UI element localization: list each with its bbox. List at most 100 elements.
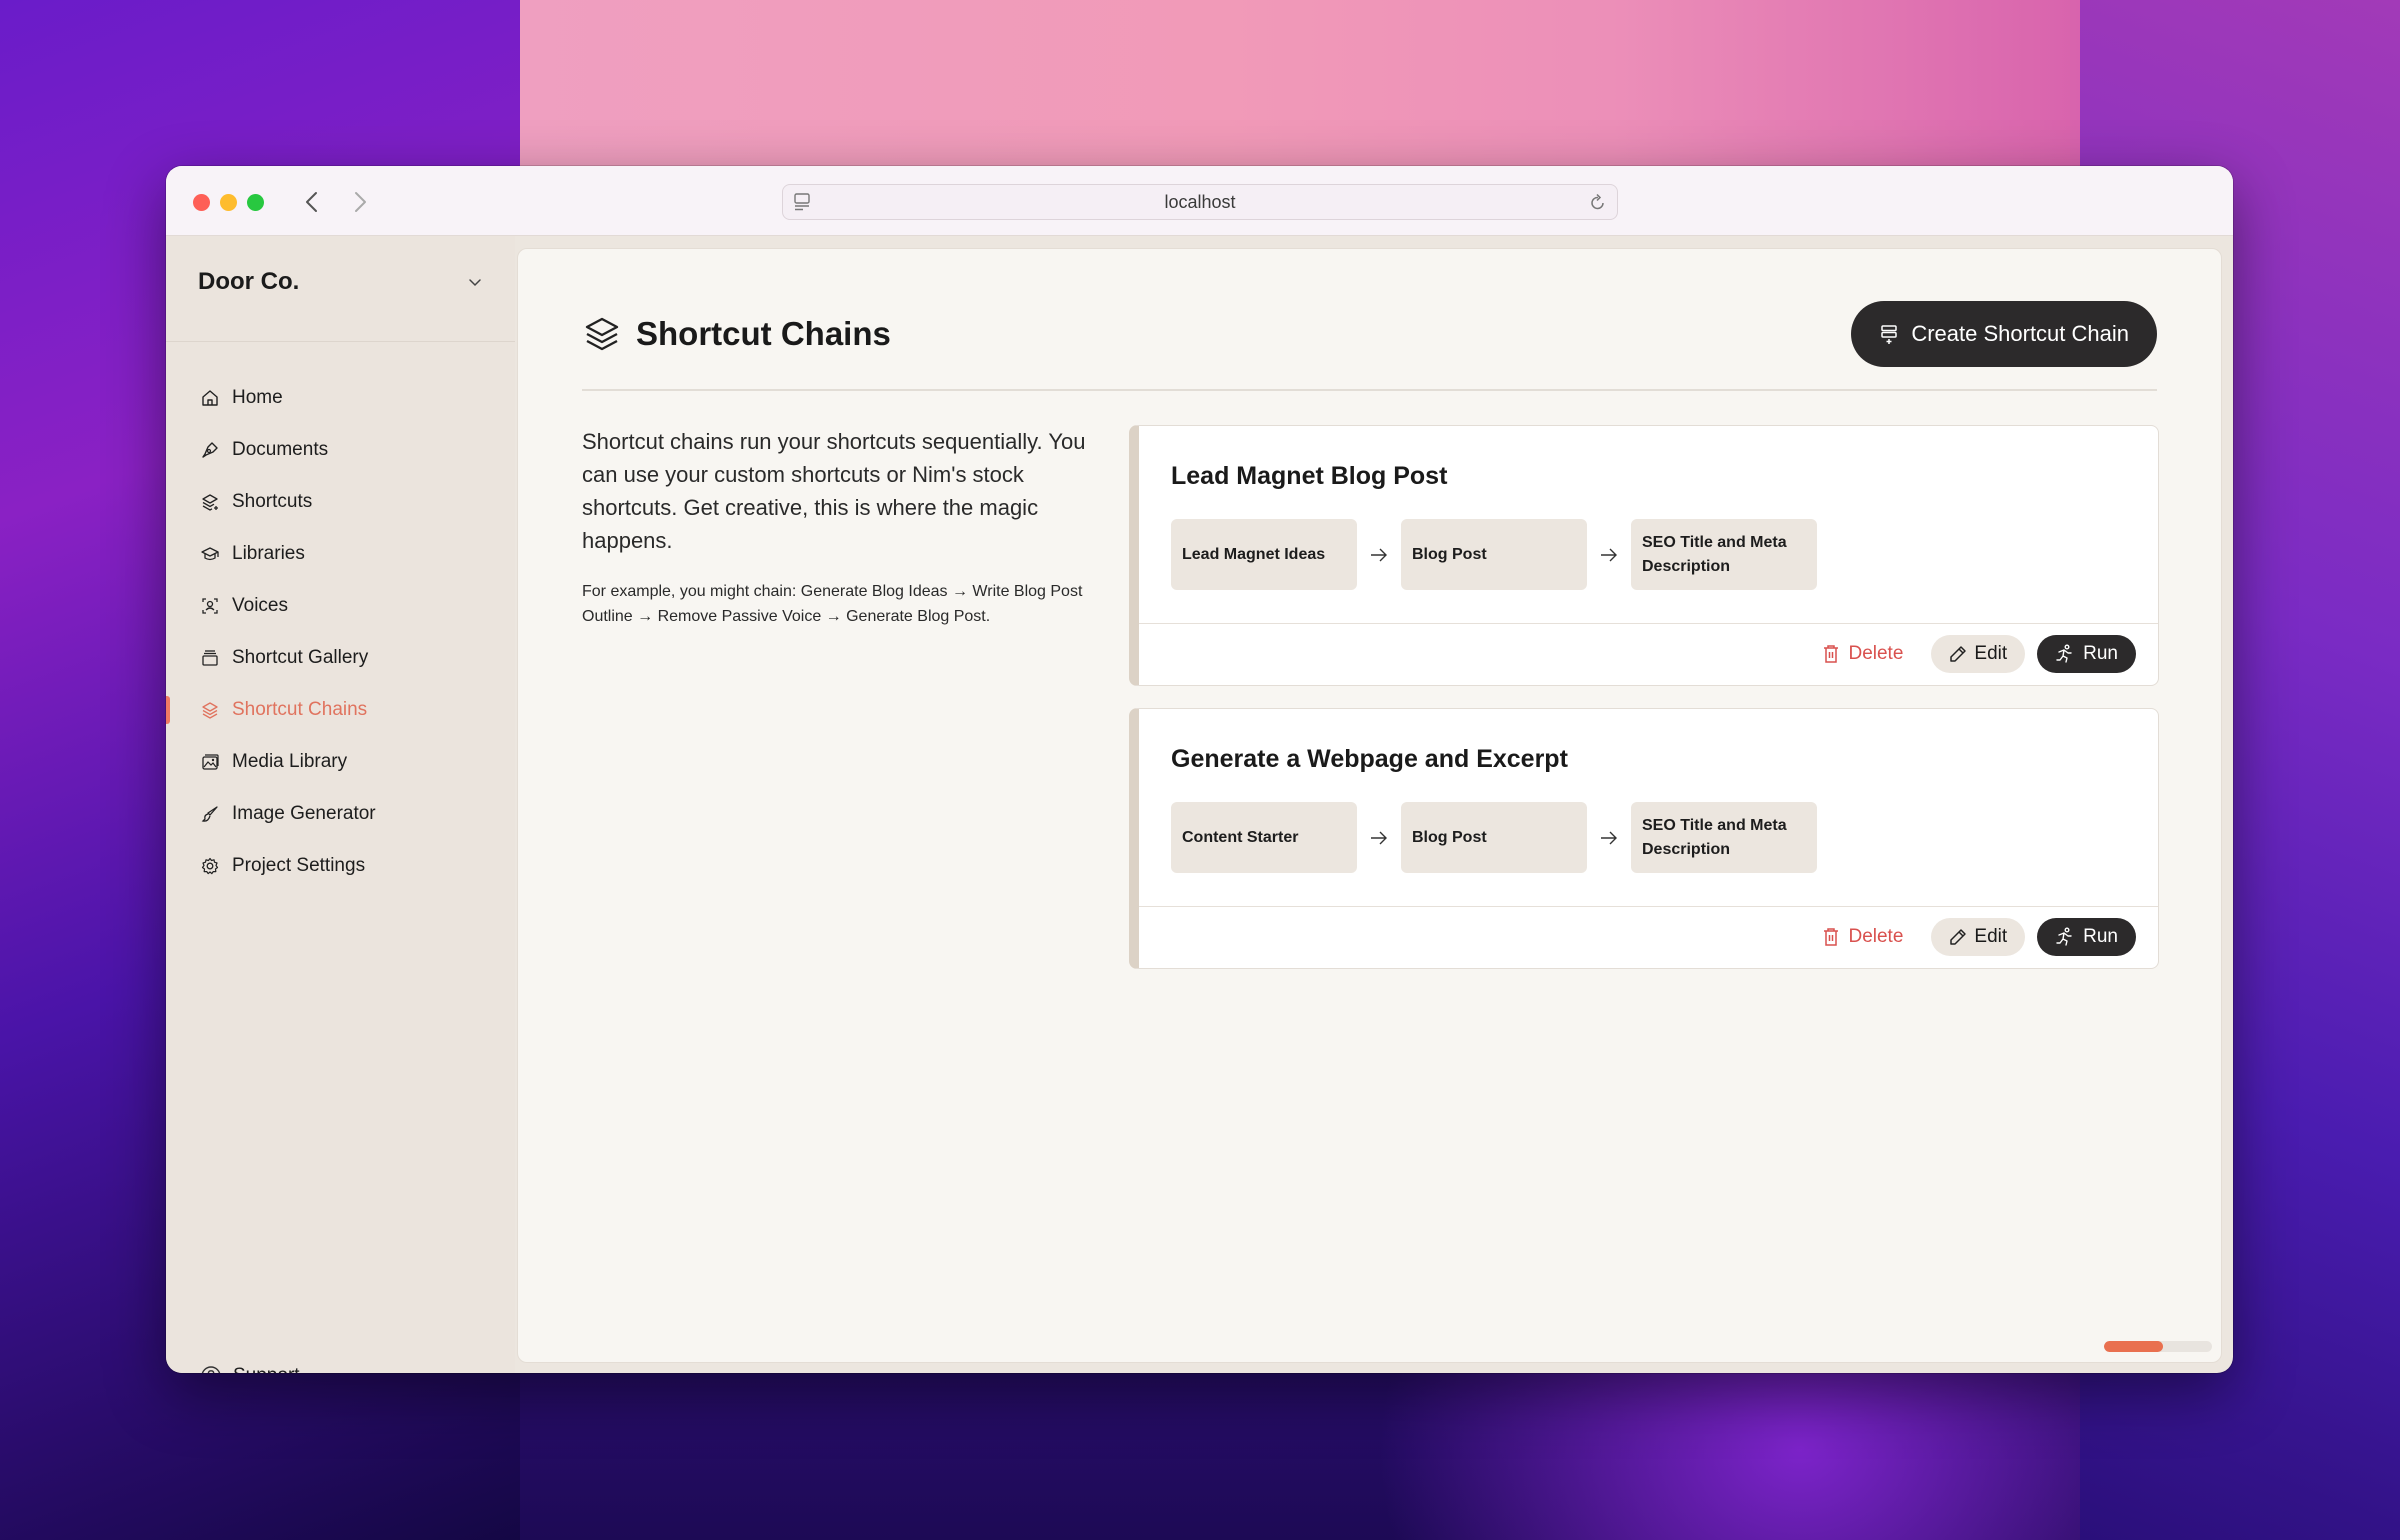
chain-list: Lead Magnet Blog Post Lead Magnet Ideas … [1129, 425, 2159, 991]
edit-label: Edit [1974, 926, 2008, 947]
run-button[interactable]: Run [2037, 635, 2136, 673]
chain-title: Lead Magnet Blog Post [1171, 462, 1448, 490]
arrow-right-icon [1357, 547, 1401, 563]
sidebar-item-home[interactable]: Home [166, 372, 515, 424]
sidebar-item-voices[interactable]: Voices [166, 580, 515, 632]
maximize-window-button[interactable] [247, 194, 264, 211]
url-text: localhost [1164, 191, 1236, 212]
chain-steps: Content Starter Blog Post SEO Title and … [1171, 802, 1817, 873]
add-row-icon [1881, 325, 1898, 344]
chain-title: Generate a Webpage and Excerpt [1171, 745, 1568, 773]
arrow-right-icon [1587, 830, 1631, 846]
address-bar[interactable]: localhost [782, 184, 1618, 220]
running-person-icon [2056, 644, 2072, 663]
sidebar-item-label: Image Generator [232, 803, 376, 824]
browser-window: localhost Door Co. Home Documents Shortc… [166, 166, 2233, 1373]
sidebar-item-label: Documents [232, 439, 329, 460]
user-scan-icon [200, 596, 220, 616]
home-icon [200, 388, 220, 408]
org-switcher[interactable]: Door Co. [198, 254, 483, 310]
header-divider [582, 389, 2157, 391]
back-button[interactable] [297, 186, 327, 218]
create-shortcut-chain-button[interactable]: Create Shortcut Chain [1851, 301, 2157, 367]
trash-icon [1824, 645, 1839, 663]
chain-step: SEO Title and Meta Description [1631, 519, 1817, 590]
stack-icon [200, 648, 220, 668]
run-label: Run [2083, 926, 2118, 947]
arrow-right-icon [1587, 547, 1631, 563]
chain-step: Content Starter [1171, 802, 1357, 873]
help-circle-icon [201, 1366, 221, 1373]
pencil-icon [1950, 646, 1967, 662]
chain-steps: Lead Magnet Ideas Blog Post SEO Title an… [1171, 519, 1817, 590]
sidebar-nav: Home Documents Shortcuts Libraries Voice… [166, 372, 515, 892]
close-window-button[interactable] [193, 194, 210, 211]
page-header: Shortcut Chains Create Shortcut Chain [582, 301, 2157, 367]
running-person-icon [2056, 927, 2072, 946]
chevron-right-icon [355, 192, 366, 212]
sidebar-item-shortcuts[interactable]: Shortcuts [166, 476, 515, 528]
chain-step: SEO Title and Meta Description [1631, 802, 1817, 873]
chain-card: Generate a Webpage and Excerpt Content S… [1129, 708, 2159, 969]
delete-button[interactable]: Delete [1822, 926, 1903, 948]
sidebar-item-label: Media Library [232, 751, 348, 772]
images-icon [200, 752, 220, 772]
sidebar-item-label: Shortcut Chains [232, 699, 368, 720]
sidebar-item-project-settings[interactable]: Project Settings [166, 840, 515, 892]
sidebar-item-label: Home [232, 387, 283, 408]
layers-icon [585, 317, 619, 351]
trash-icon [1824, 928, 1839, 946]
chevron-down-icon [469, 279, 481, 287]
card-actions: Delete Edit Run [1822, 918, 2136, 956]
sidebar-item-image-generator[interactable]: Image Generator [166, 788, 515, 840]
delete-label: Delete [1848, 926, 1904, 947]
main-content: Shortcut Chains Create Shortcut Chain Sh… [517, 248, 2222, 1363]
sidebar-divider [166, 341, 515, 342]
delete-button[interactable]: Delete [1822, 643, 1903, 665]
chain-step: Blog Post [1401, 519, 1587, 590]
description-text: Shortcut chains run your shortcuts seque… [582, 429, 1086, 553]
forward-button[interactable] [345, 186, 375, 218]
org-name: Door Co. [198, 268, 300, 295]
delete-label: Delete [1848, 643, 1904, 664]
support-link[interactable]: Support [200, 1356, 300, 1373]
edit-label: Edit [1974, 643, 2008, 664]
description: Shortcut chains run your shortcuts seque… [582, 425, 1102, 629]
graduation-cap-icon [200, 544, 220, 564]
sidebar-item-label: Shortcut Gallery [232, 647, 369, 668]
arrow-right-icon [1357, 830, 1401, 846]
run-label: Run [2083, 643, 2118, 664]
sidebar: Door Co. Home Documents Shortcuts Librar… [166, 236, 515, 1373]
sidebar-item-label: Voices [232, 595, 288, 616]
layers-icon [200, 700, 220, 720]
edit-button[interactable]: Edit [1931, 918, 2026, 956]
gear-icon [200, 856, 220, 876]
sidebar-item-media-library[interactable]: Media Library [166, 736, 515, 788]
card-divider [1139, 906, 2158, 907]
chain-step: Lead Magnet Ideas [1171, 519, 1357, 590]
progress-bar [2104, 1341, 2212, 1352]
page-menu-icon[interactable] [793, 192, 811, 212]
card-actions: Delete Edit Run [1822, 635, 2136, 673]
browser-toolbar: localhost [166, 166, 2233, 236]
support-label: Support [233, 1365, 300, 1373]
pencil-icon [1950, 929, 1967, 945]
chain-step: Blog Post [1401, 802, 1587, 873]
card-divider [1139, 623, 2158, 624]
sidebar-item-shortcut-chains[interactable]: Shortcut Chains [166, 684, 515, 736]
sidebar-item-libraries[interactable]: Libraries [166, 528, 515, 580]
sidebar-item-label: Shortcuts [232, 491, 313, 512]
reload-icon[interactable] [1589, 193, 1607, 213]
sidebar-item-label: Project Settings [232, 855, 366, 876]
create-button-label: Create Shortcut Chain [1911, 321, 2129, 346]
run-button[interactable]: Run [2037, 918, 2136, 956]
edit-button[interactable]: Edit [1931, 635, 2026, 673]
page-title: Shortcut Chains [636, 315, 891, 352]
minimize-window-button[interactable] [220, 194, 237, 211]
sidebar-item-shortcut-gallery[interactable]: Shortcut Gallery [166, 632, 515, 684]
desktop-wallpaper-top [520, 0, 2080, 170]
sidebar-item-documents[interactable]: Documents [166, 424, 515, 476]
paintbrush-icon [200, 804, 220, 824]
pen-nib-icon [200, 440, 220, 460]
sidebar-item-label: Libraries [232, 543, 305, 564]
